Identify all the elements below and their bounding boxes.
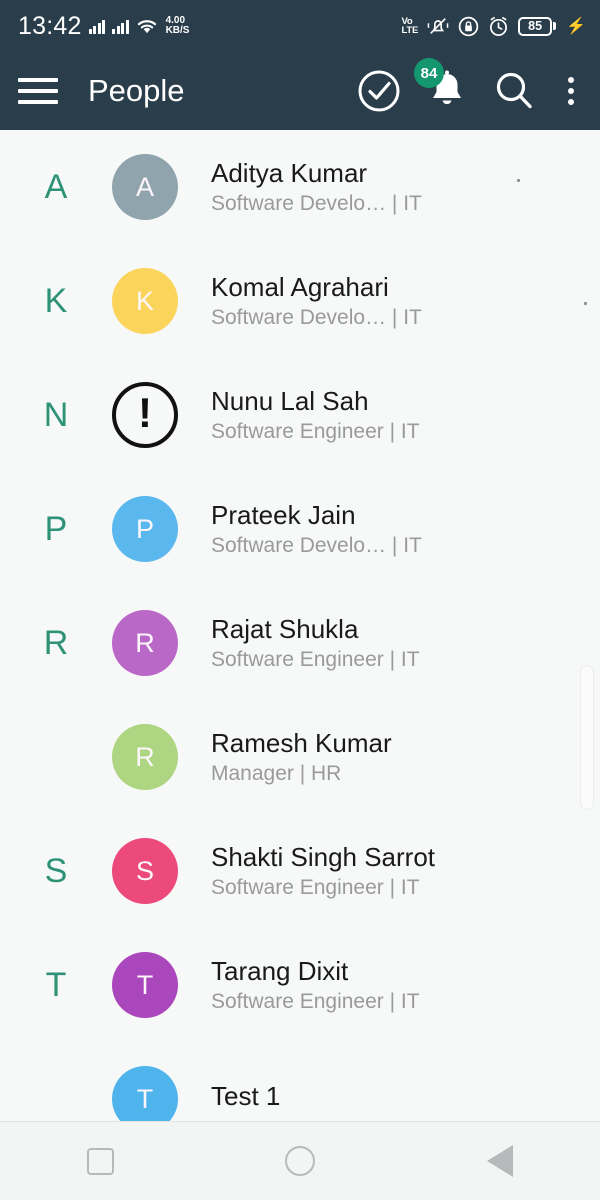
section-index-letter: K [44, 281, 68, 320]
list-item-text: Aditya Kumar Software Develo… | IT [211, 157, 422, 216]
app-bar-actions: 84 [356, 58, 582, 114]
list-item-text: Shakti Singh Sarrot Software Engineer | I… [211, 841, 436, 900]
search-icon[interactable] [492, 69, 536, 113]
person-name: Tarang Dixit [211, 955, 349, 986]
app-root: 13:42 4.00 KB/S Vo LTE 85 ⚡ People 84 A … [0, 0, 600, 1200]
system-navigation-bar [0, 1121, 600, 1200]
people-list[interactable]: A A Aditya Kumar Software Develo… | IT K K Kom… [0, 130, 600, 1200]
wifi-icon [137, 19, 156, 33]
avatar[interactable]: A [112, 154, 178, 220]
alarm-icon [490, 16, 508, 36]
avatar[interactable]: T [112, 952, 178, 1018]
list-item-text: Rajat Shukla Software Engineer | IT [211, 613, 420, 672]
page-title: People [88, 73, 185, 108]
person-role: Software Engineer | IT [211, 875, 420, 899]
person-role: Software Engineer | IT [211, 989, 420, 1013]
vibrate-icon [427, 18, 449, 34]
square-recents-icon[interactable] [55, 1147, 145, 1175]
speck-artifact-2 [584, 302, 587, 305]
person-name: Prateek Jain [211, 499, 356, 530]
signal-icon [88, 18, 106, 34]
person-role: Software Engineer | IT [211, 419, 420, 443]
avatar[interactable]: P [112, 496, 178, 562]
more-vertical-icon[interactable] [560, 73, 582, 109]
signal-icon-2 [112, 18, 129, 34]
list-item-text: Test 1 [211, 1082, 280, 1115]
list-item-text: Prateek Jain Software Develo… | IT [211, 499, 422, 558]
list-item[interactable]: P P Prateek Jain Software Develo… | IT [0, 472, 600, 586]
section-index-letter: R [43, 623, 69, 662]
person-name: Komal Agrahari [211, 271, 389, 302]
person-role: Software Engineer | IT [211, 647, 420, 671]
person-name: Rajat Shukla [211, 613, 359, 644]
network-speed-unit: KB/S [165, 25, 190, 36]
status-bar-left: 13:42 4.00 KB/S [18, 12, 189, 41]
person-role: Manager | HR [211, 761, 342, 785]
section-index-letter: T [45, 965, 67, 1004]
status-bar-right: Vo LTE 85 ⚡ [401, 16, 586, 37]
charging-bolt-icon: ⚡ [566, 18, 586, 35]
section-index-letter: S [44, 851, 68, 890]
avatar[interactable]: K [112, 268, 178, 334]
status-time: 13:42 [18, 11, 82, 40]
battery-level: 85 [528, 19, 543, 33]
list-item-text: Ramesh Kumar Manager | HR [211, 727, 392, 786]
person-name: Shakti Singh Sarrot [211, 841, 436, 872]
section-index-letter: N [43, 395, 69, 434]
section-index-letter: A [44, 167, 68, 206]
list-item-text: Komal Agrahari Software Develo… | IT [211, 271, 422, 330]
screen-lock-rotation-icon [458, 16, 479, 36]
person-role: Software Develo… | IT [211, 191, 422, 215]
network-speed: 4.00 KB/S [165, 15, 190, 36]
avatar[interactable]: R [112, 610, 178, 676]
list-item-text: Nunu Lal Sah Software Engineer | IT [211, 385, 420, 444]
list-item[interactable]: T T Tarang Dixit Software Engineer | IT [0, 928, 600, 1042]
alert-icon[interactable]: ! [112, 382, 178, 448]
person-name: Aditya Kumar [211, 157, 368, 188]
list-item-text: Tarang Dixit Software Engineer | IT [211, 955, 420, 1014]
scrollbar-thumb[interactable] [580, 665, 594, 810]
person-name: Test 1 [211, 1081, 281, 1112]
bell-icon[interactable]: 84 [414, 58, 468, 113]
check-circle-icon[interactable] [356, 68, 402, 114]
person-role: Software Develo… | IT [211, 533, 422, 557]
notification-badge: 84 [414, 58, 444, 88]
app-bar: People 84 [0, 52, 600, 130]
status-bar: 13:42 4.00 KB/S Vo LTE 85 ⚡ [0, 0, 600, 52]
triangle-back-icon[interactable] [455, 1145, 545, 1177]
section-index-letter: P [44, 509, 68, 548]
list-item[interactable]: R R Rajat Shukla Software Engineer | IT [0, 586, 600, 700]
avatar[interactable]: S [112, 838, 178, 904]
speck-artifact [517, 179, 520, 182]
person-name: Nunu Lal Sah [211, 385, 369, 416]
list-item[interactable]: A A Aditya Kumar Software Develo… | IT [0, 130, 600, 244]
list-item[interactable]: S S Shakti Singh Sarrot Software Engineer |… [0, 814, 600, 928]
avatar[interactable]: R [112, 724, 178, 790]
circle-home-icon[interactable] [255, 1146, 345, 1176]
volte-bottom-label: LTE [401, 25, 419, 36]
list-item[interactable]: K K Komal Agrahari Software Develo… | IT [0, 244, 600, 358]
person-name: Ramesh Kumar [211, 727, 392, 758]
list-item[interactable]: N! Nunu Lal Sah Software Engineer | IT [0, 358, 600, 472]
person-role: Software Develo… | IT [211, 305, 422, 329]
battery-icon: 85 [518, 16, 557, 36]
list-item[interactable]: R Ramesh Kumar Manager | HR [0, 700, 600, 814]
volte-icon: Vo LTE [401, 16, 419, 36]
hamburger-menu-icon[interactable] [18, 76, 58, 106]
